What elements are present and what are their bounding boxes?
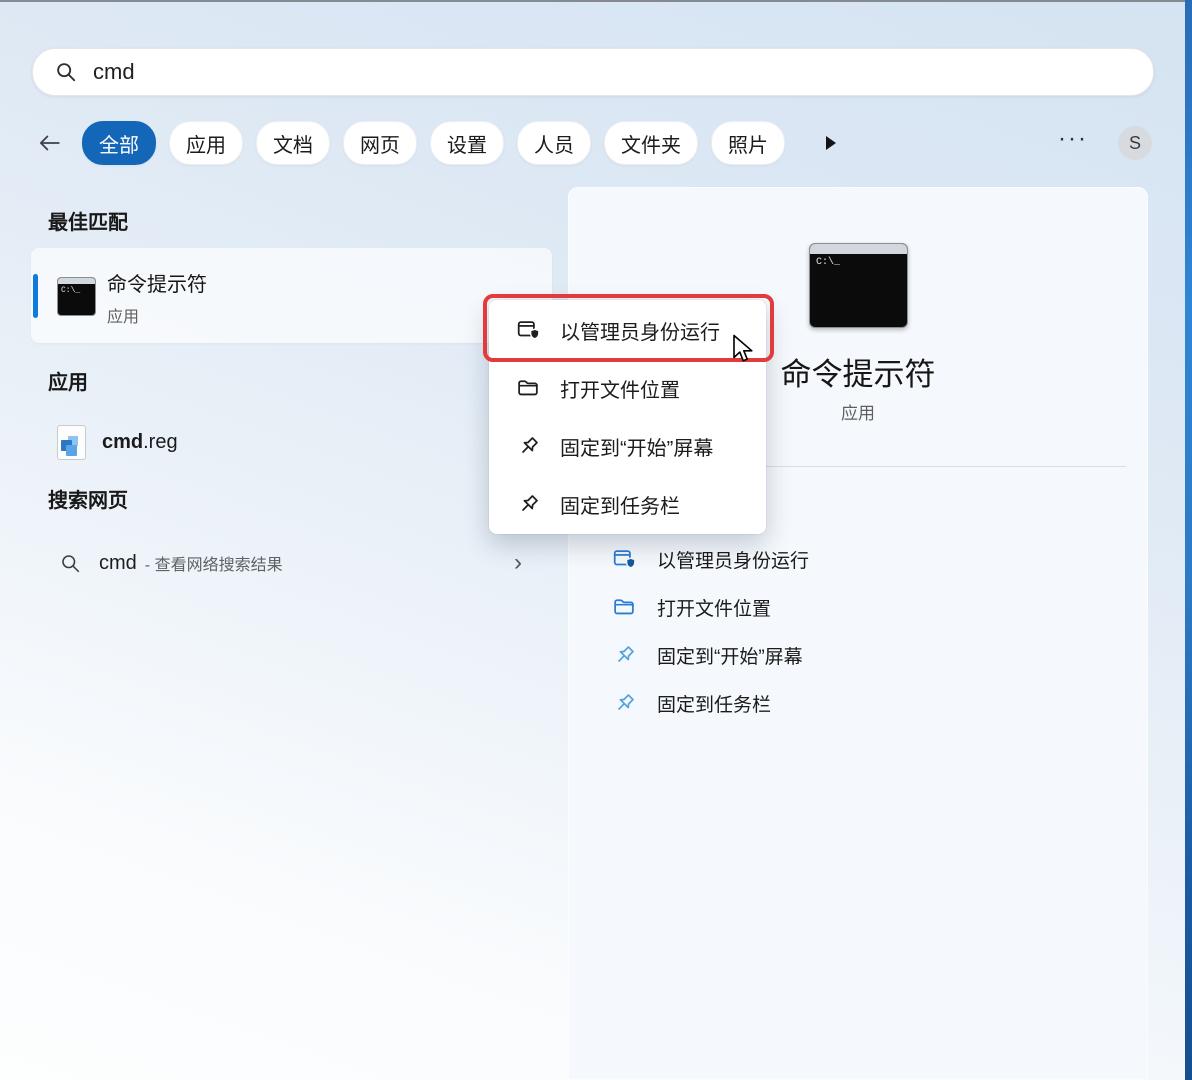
preview-actions: 以管理员身份运行 打开文件位置 固定到“开始”屏幕 固定到任务栏 [568,535,1148,727]
menu-item-label: 固定到任务栏 [560,490,680,519]
menu-item-label: 固定到“开始”屏幕 [560,432,713,461]
pin-icon [612,643,637,668]
web-search-row[interactable]: cmd - 查看网络搜索结果 › [31,540,552,586]
best-match-header: 最佳匹配 [48,206,128,235]
more-options-button[interactable]: ··· [1058,129,1088,157]
chevron-right-icon[interactable]: › [514,551,522,575]
menu-item-label: 以管理员身份运行 [560,316,720,345]
action-label: 打开文件位置 [657,594,771,621]
cmd-app-icon: C:\_ [57,277,96,316]
reg-file-row[interactable]: cmd.reg [31,418,552,466]
menu-item-pin-to-start[interactable]: 固定到“开始”屏幕 [489,417,766,475]
run-as-admin-icon [516,318,541,343]
web-search-icon [60,553,81,574]
pin-icon [516,434,541,459]
reg-file-basename: cmd [102,431,143,453]
apps-section-header: 应用 [48,366,88,395]
filter-toolbar: 全部 应用 文档 网页 设置 人员 文件夹 照片 ··· S [32,121,1152,165]
window-top-border [0,0,1192,2]
action-run-as-admin[interactable]: 以管理员身份运行 [568,535,1148,583]
context-menu: 以管理员身份运行 打开文件位置 固定到“开始”屏幕 固定到任务栏 [489,300,766,534]
action-label: 以管理员身份运行 [657,546,809,573]
reg-file-icon [57,425,86,460]
action-label: 固定到任务栏 [657,690,771,717]
web-hint-text: - 查看网络搜索结果 [145,551,283,575]
search-icon [55,61,77,83]
search-flyout: 全部 应用 文档 网页 设置 人员 文件夹 照片 ··· S 最佳匹配 C:\_… [0,0,1192,1080]
search-bar[interactable] [32,48,1154,96]
pin-icon [516,492,541,517]
best-match-title: 命令提示符 [107,268,207,297]
filter-pills: 全部 应用 文档 网页 设置 人员 文件夹 照片 [82,121,785,165]
tab-settings[interactable]: 设置 [430,121,504,165]
tab-people[interactable]: 人员 [517,121,591,165]
menu-item-run-as-admin[interactable]: 以管理员身份运行 [489,301,766,359]
folder-icon [612,595,637,620]
selection-indicator [33,274,38,318]
expand-tabs-button[interactable] [823,134,839,152]
user-avatar[interactable]: S [1118,126,1152,160]
tab-all[interactable]: 全部 [82,121,156,165]
action-label: 固定到“开始”屏幕 [657,642,803,669]
best-match-subtitle: 应用 [107,303,207,327]
folder-icon [516,376,541,401]
reg-file-name: cmd.reg [102,431,178,454]
back-button[interactable] [32,126,66,160]
menu-item-pin-to-taskbar[interactable]: 固定到任务栏 [489,475,766,533]
preview-app-icon: C:\_ [809,243,908,328]
action-pin-to-start[interactable]: 固定到“开始”屏幕 [568,631,1148,679]
desktop-edge-strip [1185,0,1192,1080]
tab-documents[interactable]: 文档 [256,121,330,165]
menu-item-open-file-location[interactable]: 打开文件位置 [489,359,766,417]
search-input[interactable] [91,58,1095,86]
web-query-text: cmd [99,552,137,575]
action-pin-to-taskbar[interactable]: 固定到任务栏 [568,679,1148,727]
pin-icon [612,691,637,716]
action-open-file-location[interactable]: 打开文件位置 [568,583,1148,631]
run-as-admin-icon [612,547,637,572]
tab-folders[interactable]: 文件夹 [604,121,698,165]
web-section-header: 搜索网页 [48,484,128,513]
tab-apps[interactable]: 应用 [169,121,243,165]
menu-item-label: 打开文件位置 [560,374,680,403]
tab-web[interactable]: 网页 [343,121,417,165]
best-match-card[interactable]: C:\_ 命令提示符 应用 [31,248,552,343]
reg-file-extension: .reg [143,431,177,453]
tab-photos[interactable]: 照片 [711,121,785,165]
